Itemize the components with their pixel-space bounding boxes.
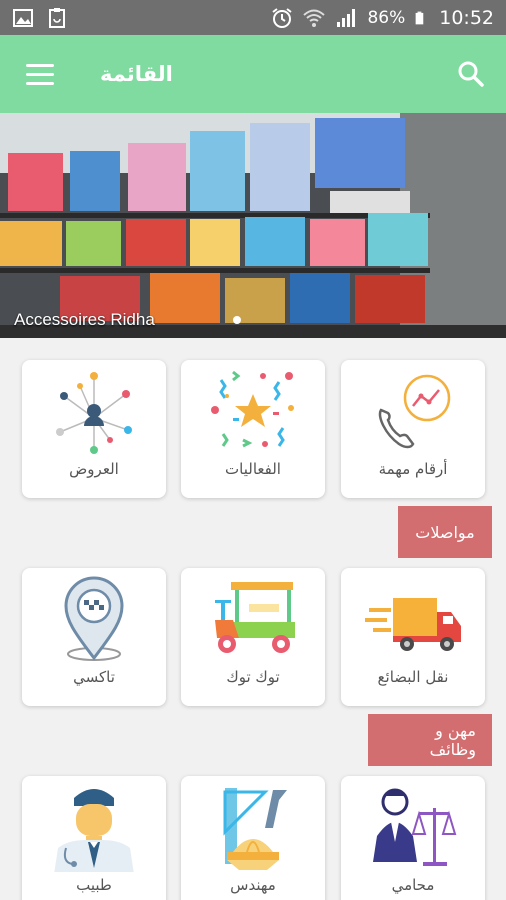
gallery-notification-icon (13, 8, 33, 27)
network-nodes-icon (56, 372, 132, 454)
engineer-card[interactable]: مهندس (181, 776, 325, 900)
search-icon[interactable] (436, 35, 506, 113)
banner-image (0, 113, 506, 338)
lawyer-scales-icon (373, 788, 457, 866)
taxi-label: تاكسي (73, 668, 115, 686)
doctor-icon (54, 789, 134, 872)
clipboard-notification-icon (49, 7, 65, 28)
tuk-tuk-icon (215, 582, 295, 653)
confetti-star-icon (211, 370, 294, 448)
events-label: الفعاليات (225, 460, 281, 478)
wifi-icon (303, 9, 326, 27)
taxi-pin-icon (64, 576, 124, 661)
banner-caption: Accessoires Ridha (14, 310, 155, 329)
doctor-card[interactable]: طبيب (22, 776, 166, 900)
offers-card[interactable]: العروض (22, 360, 166, 498)
battery-percent: 86% (367, 7, 406, 28)
tuk-tuk-card[interactable]: توك توك (181, 568, 325, 706)
lawyer-label: محامي (391, 876, 435, 894)
engineer-tools-icon (223, 788, 287, 870)
banner-slider[interactable]: Accessoires Ridha (0, 113, 506, 338)
goods-transport-label: نقل البضائع (377, 668, 449, 686)
status-bar: 86% 10:52 (0, 0, 506, 35)
signal-icon (337, 8, 356, 27)
section-header-transport: مواصلات (398, 506, 492, 558)
phone-chart-icon (378, 374, 451, 449)
delivery-truck-icon (365, 598, 461, 651)
taxi-card[interactable]: تاكسي (22, 568, 166, 706)
doctor-label: طبيب (76, 876, 112, 894)
clock: 10:52 (439, 6, 494, 29)
engineer-label: مهندس (230, 876, 276, 894)
menu-icon[interactable] (0, 35, 80, 113)
events-card[interactable]: الفعاليات (181, 360, 325, 498)
alarm-icon (272, 7, 293, 28)
battery-icon (415, 11, 424, 24)
page-title: القائمة (100, 62, 173, 86)
offers-label: العروض (69, 460, 119, 478)
tuk-tuk-label: توك توك (226, 668, 280, 686)
goods-transport-card[interactable]: نقل البضائع (341, 568, 485, 706)
lawyer-card[interactable]: محامي (341, 776, 485, 900)
slider-indicator (233, 316, 241, 324)
app-bar: القائمة (0, 35, 506, 113)
important-numbers-label: أرقام مهمة (378, 460, 448, 478)
important-numbers-card[interactable]: أرقام مهمة (341, 360, 485, 498)
section-header-jobs: مهن و وظائف (368, 714, 492, 766)
